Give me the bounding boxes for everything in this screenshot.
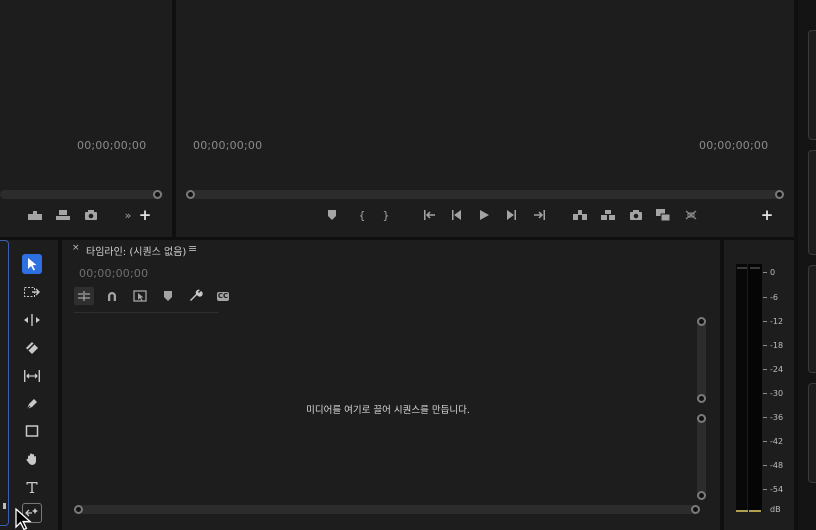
step-back-icon[interactable] — [449, 209, 465, 223]
play-icon[interactable] — [476, 209, 492, 223]
meter-left-channel — [736, 264, 748, 512]
meter-unit-label: dB — [770, 505, 781, 514]
meter-tick — [763, 297, 767, 298]
mark-in-icon[interactable]: { — [354, 209, 370, 223]
program-scrubber-start-handle[interactable] — [186, 190, 195, 199]
step-forward-icon[interactable] — [503, 209, 519, 223]
right-panel-tab[interactable] — [808, 150, 816, 255]
left-panel-focus-edge — [0, 240, 9, 526]
source-scrubber-end-handle[interactable] — [153, 190, 162, 199]
go-to-in-icon[interactable] — [422, 209, 438, 223]
add-marker-icon[interactable] — [324, 209, 340, 223]
mouse-cursor-icon — [14, 507, 32, 530]
hand-tool-icon[interactable] — [22, 449, 42, 469]
timeline-panel — [62, 240, 720, 530]
export-frame-camera-icon[interactable] — [83, 209, 99, 223]
more-controls-icon[interactable]: » — [120, 209, 136, 223]
timeline-tab-title[interactable]: 타임라인: (시퀀스 없음) — [86, 243, 186, 258]
timeline-panel-menu-icon[interactable]: ≡ — [188, 242, 197, 255]
meter-scale-label: 0 — [770, 268, 776, 277]
program-add-button-icon[interactable]: + — [759, 208, 775, 223]
meter-tick — [763, 321, 767, 322]
meter-level-right — [749, 510, 761, 512]
program-monitor-panel — [176, 0, 794, 237]
program-timecode-current[interactable]: 00;00;00;00 — [193, 139, 262, 152]
timeline-header-divider — [74, 312, 219, 313]
linked-selection-icon[interactable] — [130, 287, 150, 305]
zoom-start-handle[interactable] — [74, 505, 83, 514]
selection-tool-icon[interactable] — [22, 254, 42, 274]
zoom-end-handle[interactable] — [691, 505, 700, 514]
timeline-playhead-timecode[interactable]: 00;00;00;00 — [79, 267, 148, 280]
audio-tracks-vscroll[interactable] — [697, 414, 706, 500]
timeline-close-icon[interactable]: × — [72, 243, 80, 253]
export-frame-camera-icon[interactable] — [628, 209, 644, 223]
meter-scale-label: -6 — [770, 293, 778, 302]
comparison-view-icon[interactable] — [655, 208, 671, 222]
meter-scale-label: -48 — [770, 461, 784, 470]
source-add-button-icon[interactable]: + — [137, 208, 153, 223]
right-panel-tab[interactable] — [808, 30, 816, 140]
vscroll-top-handle[interactable] — [697, 317, 706, 326]
meter-tick — [763, 465, 767, 466]
captions-cc-icon[interactable]: CC — [213, 287, 233, 305]
ripple-edit-tool-icon[interactable] — [22, 310, 42, 330]
vscroll-bottom-handle[interactable] — [697, 491, 706, 500]
captions-cc-label: CC — [216, 291, 230, 301]
program-monitor-scrubber[interactable] — [186, 190, 784, 199]
meter-peak-left — [737, 267, 747, 269]
timeline-empty-message: 미디어를 여기로 끌어 시퀀스를 만듭니다. — [306, 405, 470, 416]
meter-tick — [763, 417, 767, 418]
meter-scale-label: -30 — [770, 389, 784, 398]
meter-tick — [763, 393, 767, 394]
nest-icon[interactable] — [74, 287, 94, 305]
multicam-icon[interactable] — [683, 209, 699, 223]
extract-icon[interactable] — [600, 209, 616, 223]
audio-meter-bar — [736, 264, 762, 512]
meter-tick — [763, 369, 767, 370]
meter-scale-label: -36 — [770, 413, 784, 422]
meter-scale-label: -24 — [770, 365, 784, 374]
meter-scale-label: -54 — [770, 485, 784, 494]
small-indicator — [3, 503, 6, 509]
insert-icon[interactable] — [27, 209, 43, 223]
meter-tick — [763, 441, 767, 442]
type-tool-icon[interactable] — [22, 477, 42, 497]
overwrite-icon[interactable] — [55, 209, 71, 223]
go-to-out-icon[interactable] — [531, 209, 547, 223]
timeline-settings-wrench-icon[interactable] — [186, 287, 206, 305]
meter-peak-right — [750, 267, 760, 269]
meter-level-left — [736, 510, 748, 512]
meter-scale-label: -18 — [770, 341, 784, 350]
right-panel-tab[interactable] — [808, 383, 816, 483]
meter-scale-label: -42 — [770, 437, 784, 446]
right-panel-tab[interactable] — [808, 265, 816, 373]
track-select-forward-tool-icon[interactable] — [22, 282, 42, 302]
meter-tick — [763, 272, 767, 273]
vscroll-top-handle[interactable] — [697, 414, 706, 423]
source-monitor-panel — [0, 0, 172, 237]
meter-tick — [763, 489, 767, 490]
source-monitor-scrubber[interactable] — [0, 190, 163, 199]
meter-scale-label: -12 — [770, 317, 784, 326]
snap-magnet-icon[interactable] — [102, 287, 122, 305]
add-marker-icon[interactable] — [158, 287, 178, 305]
razor-tool-icon[interactable] — [22, 338, 42, 358]
slip-tool-icon[interactable] — [22, 366, 42, 386]
source-monitor-timecode[interactable]: 00;00;00;00 — [77, 139, 146, 152]
program-timecode-duration: 00;00;00;00 — [699, 139, 769, 152]
program-scrubber-end-handle[interactable] — [775, 190, 784, 199]
mark-out-icon[interactable]: } — [378, 209, 394, 223]
timeline-zoom-scrollbar[interactable] — [74, 505, 700, 514]
meter-tick — [763, 345, 767, 346]
lift-icon[interactable] — [572, 209, 588, 223]
vscroll-bottom-handle[interactable] — [697, 394, 706, 403]
pen-tool-icon[interactable] — [22, 394, 42, 414]
video-tracks-vscroll[interactable] — [697, 317, 706, 403]
rectangle-tool-icon[interactable] — [22, 421, 42, 441]
